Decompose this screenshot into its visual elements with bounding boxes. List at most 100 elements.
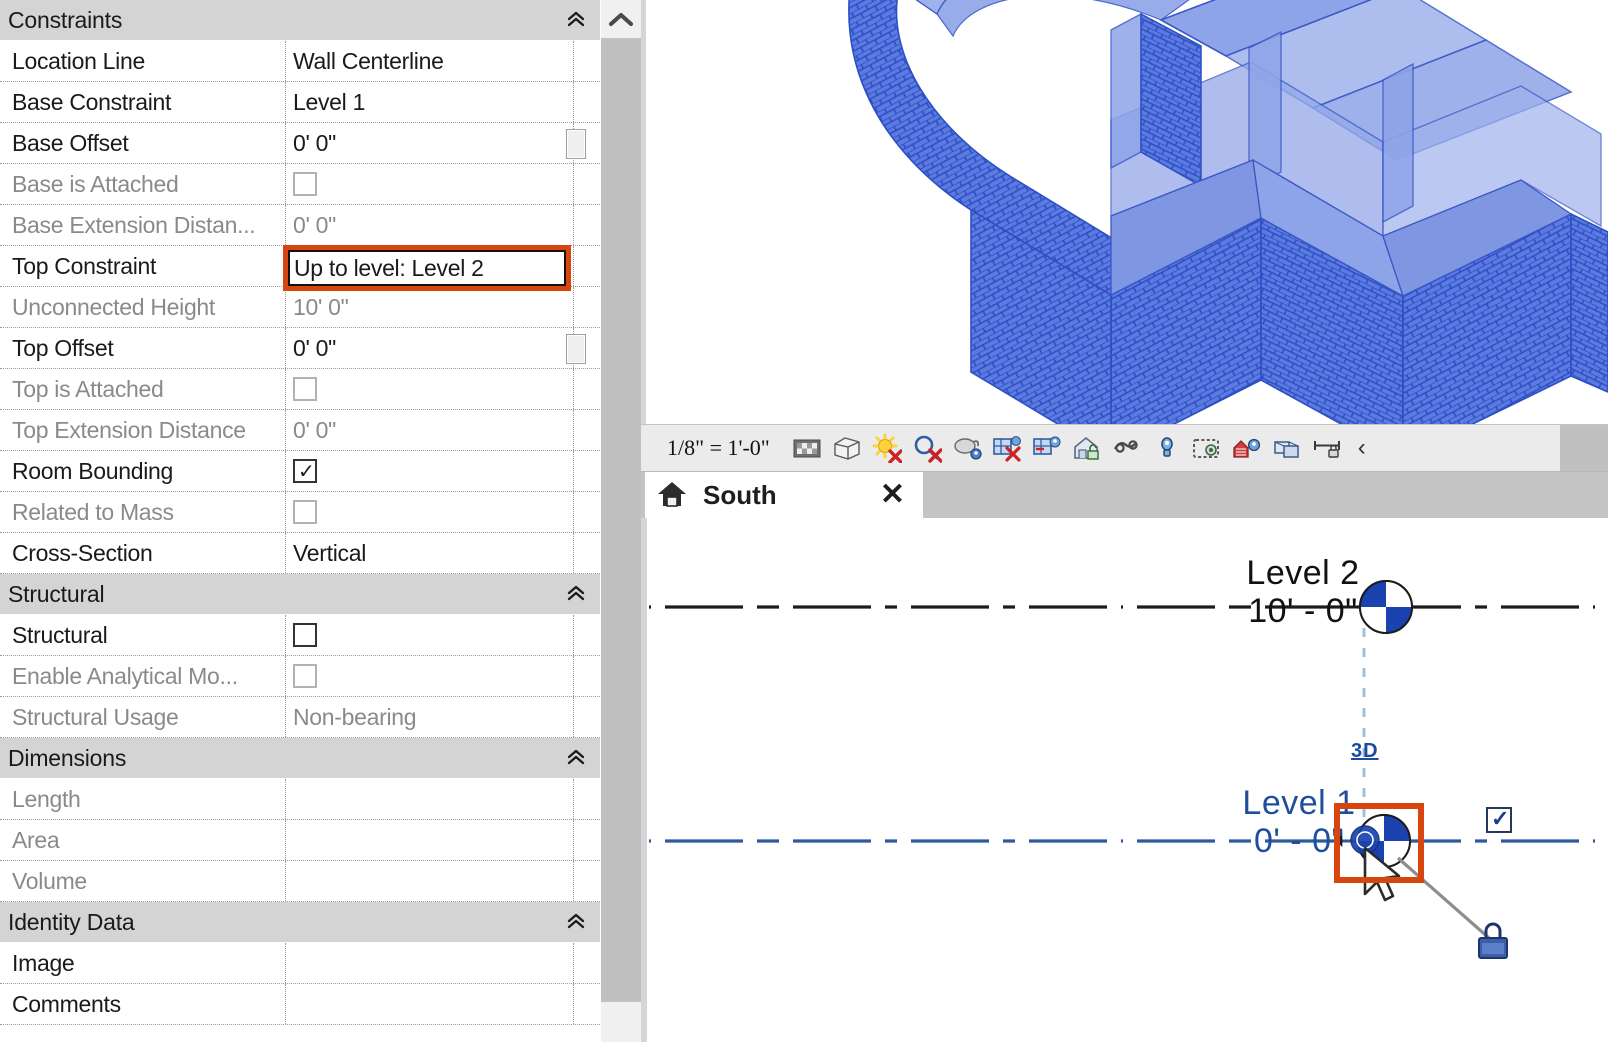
property-row[interactable]: Area	[0, 820, 600, 861]
show-crop-region-icon[interactable]	[1032, 433, 1062, 463]
properties-scrollbar[interactable]	[600, 0, 641, 1042]
property-row[interactable]: Base Extension Distan... 0' 0"	[0, 205, 600, 246]
property-value[interactable]: Level 1	[285, 82, 574, 122]
property-value[interactable]: 10' 0"	[285, 287, 574, 327]
south-elevation-viewport[interactable]: Level 2 10' - 0" 3D Level 1 0' - 0" ✓	[641, 518, 1608, 1042]
detail-level-icon[interactable]	[792, 433, 822, 463]
top-constraint-value[interactable]: Up to level: Level 2	[294, 252, 484, 284]
reveal-hidden-elements-icon[interactable]	[1152, 433, 1182, 463]
checkbox-unchecked-icon[interactable]	[293, 500, 317, 524]
level-3d-tag[interactable]: 3D	[1351, 740, 1379, 763]
checkbox-unchecked-icon[interactable]	[293, 377, 317, 401]
double-chevron-up-icon[interactable]	[566, 584, 586, 604]
property-value[interactable]	[285, 984, 574, 1024]
property-row[interactable]: Structural	[0, 615, 600, 656]
property-row-tail	[587, 820, 600, 860]
double-chevron-up-icon[interactable]	[566, 10, 586, 30]
checkbox-unchecked-icon[interactable]	[293, 623, 317, 647]
property-group-header[interactable]: Identity Data	[0, 902, 600, 943]
document-area: 1/8" = 1'-0" ‹ South ✕ Level 2 10' - 0" …	[641, 0, 1608, 1042]
property-row[interactable]: Related to Mass	[0, 492, 600, 533]
property-row[interactable]: Enable Analytical Mo...	[0, 656, 600, 697]
property-value[interactable]: Vertical	[285, 533, 574, 573]
shadows-off-icon[interactable]	[912, 433, 943, 463]
property-row[interactable]: Cross-Section Vertical	[0, 533, 600, 574]
property-value[interactable]	[285, 164, 574, 204]
property-row[interactable]: Location Line Wall Centerline	[0, 41, 600, 82]
property-group-header[interactable]: Constraints	[0, 0, 600, 41]
property-row[interactable]: Base Offset 0' 0"	[0, 123, 600, 164]
view-tab-strip[interactable]: South ✕	[641, 472, 1608, 518]
property-row[interactable]: Structural Usage Non-bearing	[0, 697, 600, 738]
property-value[interactable]: Wall Centerline	[285, 41, 574, 81]
property-value[interactable]: 0' 0"	[285, 205, 574, 245]
property-row[interactable]: Base Constraint Level 1	[0, 82, 600, 123]
property-row[interactable]: Top is Attached	[0, 369, 600, 410]
property-row[interactable]: Image	[0, 943, 600, 984]
measure-icon[interactable]	[1312, 433, 1342, 463]
property-row[interactable]: Volume	[0, 861, 600, 902]
property-group-header[interactable]: Structural	[0, 574, 600, 615]
property-row[interactable]: Room Bounding ✓	[0, 451, 600, 492]
tab-south[interactable]: South ✕	[645, 472, 923, 518]
checkbox-checked-icon: ✓	[1491, 806, 1510, 831]
properties-palette: Constraints Location Line Wall Centerline B…	[0, 0, 600, 1042]
level-2-elevation[interactable]: 10' - 0"	[1243, 594, 1363, 628]
collapse-view-bar-button[interactable]: ‹	[1358, 436, 1366, 460]
property-label: Base Constraint	[12, 88, 172, 115]
double-chevron-up-icon[interactable]	[566, 748, 586, 768]
temporary-hide-isolate-icon[interactable]	[1112, 433, 1142, 463]
value-picker-button[interactable]	[566, 129, 586, 159]
scrollbar-track[interactable]	[601, 38, 641, 1002]
double-chevron-up-icon[interactable]	[566, 912, 586, 932]
view-control-bar[interactable]: 1/8" = 1'-0" ‹	[641, 424, 1608, 472]
sun-path-off-icon[interactable]	[872, 433, 903, 464]
property-value[interactable]	[285, 943, 574, 983]
checkbox-checked-icon[interactable]: ✓	[293, 459, 317, 483]
property-row-tail	[587, 164, 600, 204]
value-picker-button[interactable]	[566, 334, 586, 364]
hide-analytical-model-icon[interactable]	[1232, 433, 1262, 463]
property-row[interactable]: Unconnected Height 10' 0"	[0, 287, 600, 328]
property-row[interactable]: Top Offset 0' 0"	[0, 328, 600, 369]
checkbox-unchecked-icon[interactable]	[293, 664, 317, 688]
constraint-checkbox[interactable]: ✓	[1486, 806, 1512, 833]
scroll-up-button[interactable]	[601, 0, 641, 38]
visual-style-icon[interactable]	[832, 433, 862, 463]
property-label: Top Constraint	[12, 252, 157, 279]
property-value[interactable]	[285, 779, 574, 819]
property-row-tail	[587, 492, 600, 532]
property-value[interactable]: Non-bearing	[285, 697, 574, 737]
property-value[interactable]	[285, 656, 574, 696]
property-row-tail	[587, 246, 600, 286]
property-row[interactable]: Base is Attached	[0, 164, 600, 205]
property-value[interactable]	[285, 820, 574, 860]
scrollbar-bottom-area[interactable]	[601, 1002, 641, 1042]
property-label: Top Offset	[12, 334, 114, 361]
property-row-tail	[587, 82, 600, 122]
property-value[interactable]: 0' 0"	[285, 123, 574, 163]
temporary-view-properties-icon[interactable]	[1192, 433, 1222, 463]
checkbox-unchecked-icon[interactable]	[293, 172, 317, 196]
property-row-tail	[587, 410, 600, 450]
property-row[interactable]: Length	[0, 779, 600, 820]
close-icon[interactable]: ✕	[880, 480, 905, 510]
property-value[interactable]	[285, 492, 574, 532]
crop-region-off-icon[interactable]	[992, 433, 1022, 463]
property-group-header[interactable]: Dimensions	[0, 738, 600, 779]
property-label: Enable Analytical Mo...	[12, 662, 238, 689]
property-value[interactable]	[285, 615, 574, 655]
property-value[interactable]	[285, 861, 574, 901]
unlocked-3d-view-icon[interactable]	[1072, 433, 1102, 463]
model-3d-viewport[interactable]	[641, 0, 1608, 424]
rendering-dialog-icon[interactable]	[952, 433, 982, 463]
property-row[interactable]: Top Extension Distance 0' 0"	[0, 410, 600, 451]
property-value[interactable]: 0' 0"	[285, 328, 574, 368]
property-value[interactable]: ✓	[285, 451, 574, 491]
property-value[interactable]	[285, 369, 574, 409]
property-value[interactable]: 0' 0"	[285, 410, 574, 450]
view-scale-label[interactable]: 1/8" = 1'-0"	[667, 435, 770, 461]
level-2-name[interactable]: Level 2	[1243, 556, 1363, 590]
property-row[interactable]: Comments	[0, 984, 600, 1025]
reveal-constraints-icon[interactable]	[1272, 433, 1302, 463]
